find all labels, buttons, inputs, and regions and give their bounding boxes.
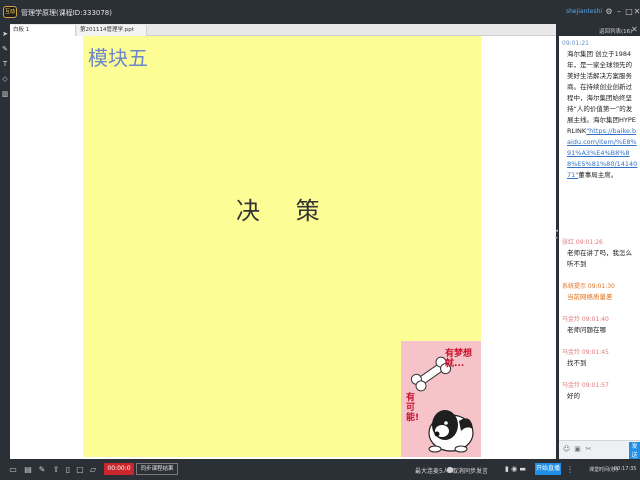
sync-results-button[interactable]: 同步课程结果 [136, 463, 178, 475]
pen-icon[interactable]: ✎ [1, 45, 9, 53]
text-tool-icon[interactable]: T [1, 60, 9, 68]
close-icon[interactable]: ✕ [631, 25, 638, 34]
gear-icon[interactable]: ⚙ [604, 7, 614, 17]
more-icon[interactable]: ⋮ [566, 465, 574, 474]
chat-message-text: 老师问题在哪 [567, 326, 606, 334]
class-time-value: 00:17:35 [614, 466, 637, 472]
chat-header: 返回列表(16) ✕ [559, 24, 640, 36]
chat-message-time: 马金玲 09:01:40 [562, 316, 609, 323]
left-toolbar: ➤ ✎ T ◇ ▥ [0, 24, 10, 459]
window-title: 管理学原理(课程ID:333078) [21, 9, 112, 17]
chat-message: 马金玲 09:01:40 老师问题在哪 [562, 314, 638, 336]
chat-message: 马金玲 09:01:45 找不到 [562, 347, 638, 369]
camera-icon[interactable]: ▢ [76, 465, 84, 474]
start-live-button[interactable]: 开始直播 [535, 463, 561, 475]
slide-heading: 决 策 [236, 197, 334, 225]
chat-message-time: 马金玲 09:01:57 [562, 382, 609, 389]
dog-sticker-image: 有梦想就... 有可能! [401, 341, 481, 457]
sync-speak-toggle[interactable]: 取消同步发言 [452, 466, 488, 475]
chat-message-text: 老师在讲了吗，我怎么听不到 [567, 249, 632, 268]
username-label[interactable]: shejianteshi [566, 8, 602, 15]
chat-message-suffix: 董事局主席。 [578, 171, 618, 179]
record-timer[interactable]: 00:00:0 [104, 463, 134, 475]
chat-panel: 返回列表(16) ✕ 09:01:21 海尔集团 创立于1984年，是一家全球领… [559, 24, 640, 460]
tab-whiteboard[interactable]: 白板 1 [10, 25, 76, 36]
send-button[interactable]: 发送 [629, 442, 640, 460]
image-icon[interactable]: ▣ [573, 445, 582, 454]
scissors-icon[interactable]: ✂ [584, 445, 593, 454]
chat-message-text: 当前网络质量差 [567, 293, 613, 301]
eraser-icon[interactable]: ◇ [1, 75, 9, 83]
tab-ppt[interactable]: 第201114管理学.ppt [77, 25, 147, 36]
chat-message-text: 好的 [567, 392, 580, 400]
sticker-top-text: 有梦想就... [445, 349, 473, 369]
app-logo: 互动 [3, 6, 17, 18]
title-bar: 互动 管理学原理(课程ID:333078) shejianteshi ⚙ – □… [0, 0, 640, 24]
chat-input-bar: ☺ ▣ ✂ 发送 [559, 440, 640, 460]
trash-icon[interactable]: ▥ [1, 90, 9, 98]
chat-message-body: 海尔集团 创立于1984年，是一家全球领先的美好生活解决方案服务商。在持续创业创… [567, 50, 636, 135]
module-title: 模块五 [88, 46, 148, 70]
chat-message-text: 海尔集团 创立于1984年，是一家全球领先的美好生活解决方案服务商。在持续创业创… [562, 49, 638, 181]
pointer-icon[interactable]: ➤ [1, 30, 9, 38]
minimize-icon[interactable]: – [614, 7, 624, 17]
chat-message-time: 09:01:21 [562, 40, 589, 47]
edit-icon[interactable]: ✎ [38, 465, 46, 474]
system-message: 系统提示 09:01:30 当前网络质量差 [562, 281, 638, 303]
chat-message-list[interactable]: 09:01:21 海尔集团 创立于1984年，是一家全球领先的美好生活解决方案服… [559, 36, 640, 440]
max-mic-selector[interactable]: 最大连麦5人 [415, 466, 449, 475]
audio-controls-icon[interactable]: ▮ ◉ ▬ [505, 465, 526, 473]
document-icon[interactable]: ▤ [24, 465, 32, 474]
chat-message: 马金玲 09:01:57 好的 [562, 380, 638, 402]
chat-message: 张红 09:01:26 老师在讲了吗，我怎么听不到 [562, 237, 638, 270]
chat-message: 09:01:21 海尔集团 创立于1984年，是一家全球领先的美好生活解决方案服… [562, 38, 638, 181]
presentation-canvas[interactable]: 模块五 决 策 有梦想就... 有可能! [10, 36, 556, 459]
document-tabs: 白板 1 第201114管理学.ppt [10, 24, 556, 36]
close-icon[interactable]: ✕ [632, 7, 640, 17]
sticker-bottom-text: 有可能! [406, 393, 420, 423]
bottom-toolbar: ▭ ▤ ✎ ⇪ ▯ ▢ ▱ 00:00:0 同步课程结果 最大连麦5人 ● 取消… [0, 459, 640, 480]
folder-icon[interactable]: ▱ [89, 465, 97, 474]
return-list-link[interactable]: 返回列表(16) [599, 27, 632, 35]
layout-icon[interactable]: ▭ [9, 465, 17, 474]
chat-message-time: 张红 09:01:26 [562, 239, 603, 246]
chat-message-time: 系统提示 09:01:30 [562, 283, 615, 290]
emoji-icon[interactable]: ☺ [562, 445, 571, 454]
slide: 模块五 决 策 有梦想就... 有可能! [83, 36, 481, 457]
chat-message-text: 找不到 [567, 359, 587, 367]
share-icon[interactable]: ⇪ [52, 465, 60, 474]
phone-icon[interactable]: ▯ [64, 465, 72, 474]
chat-message-time: 马金玲 09:01:45 [562, 349, 609, 356]
app-window: 互动 管理学原理(课程ID:333078) shejianteshi ⚙ – □… [0, 0, 640, 480]
